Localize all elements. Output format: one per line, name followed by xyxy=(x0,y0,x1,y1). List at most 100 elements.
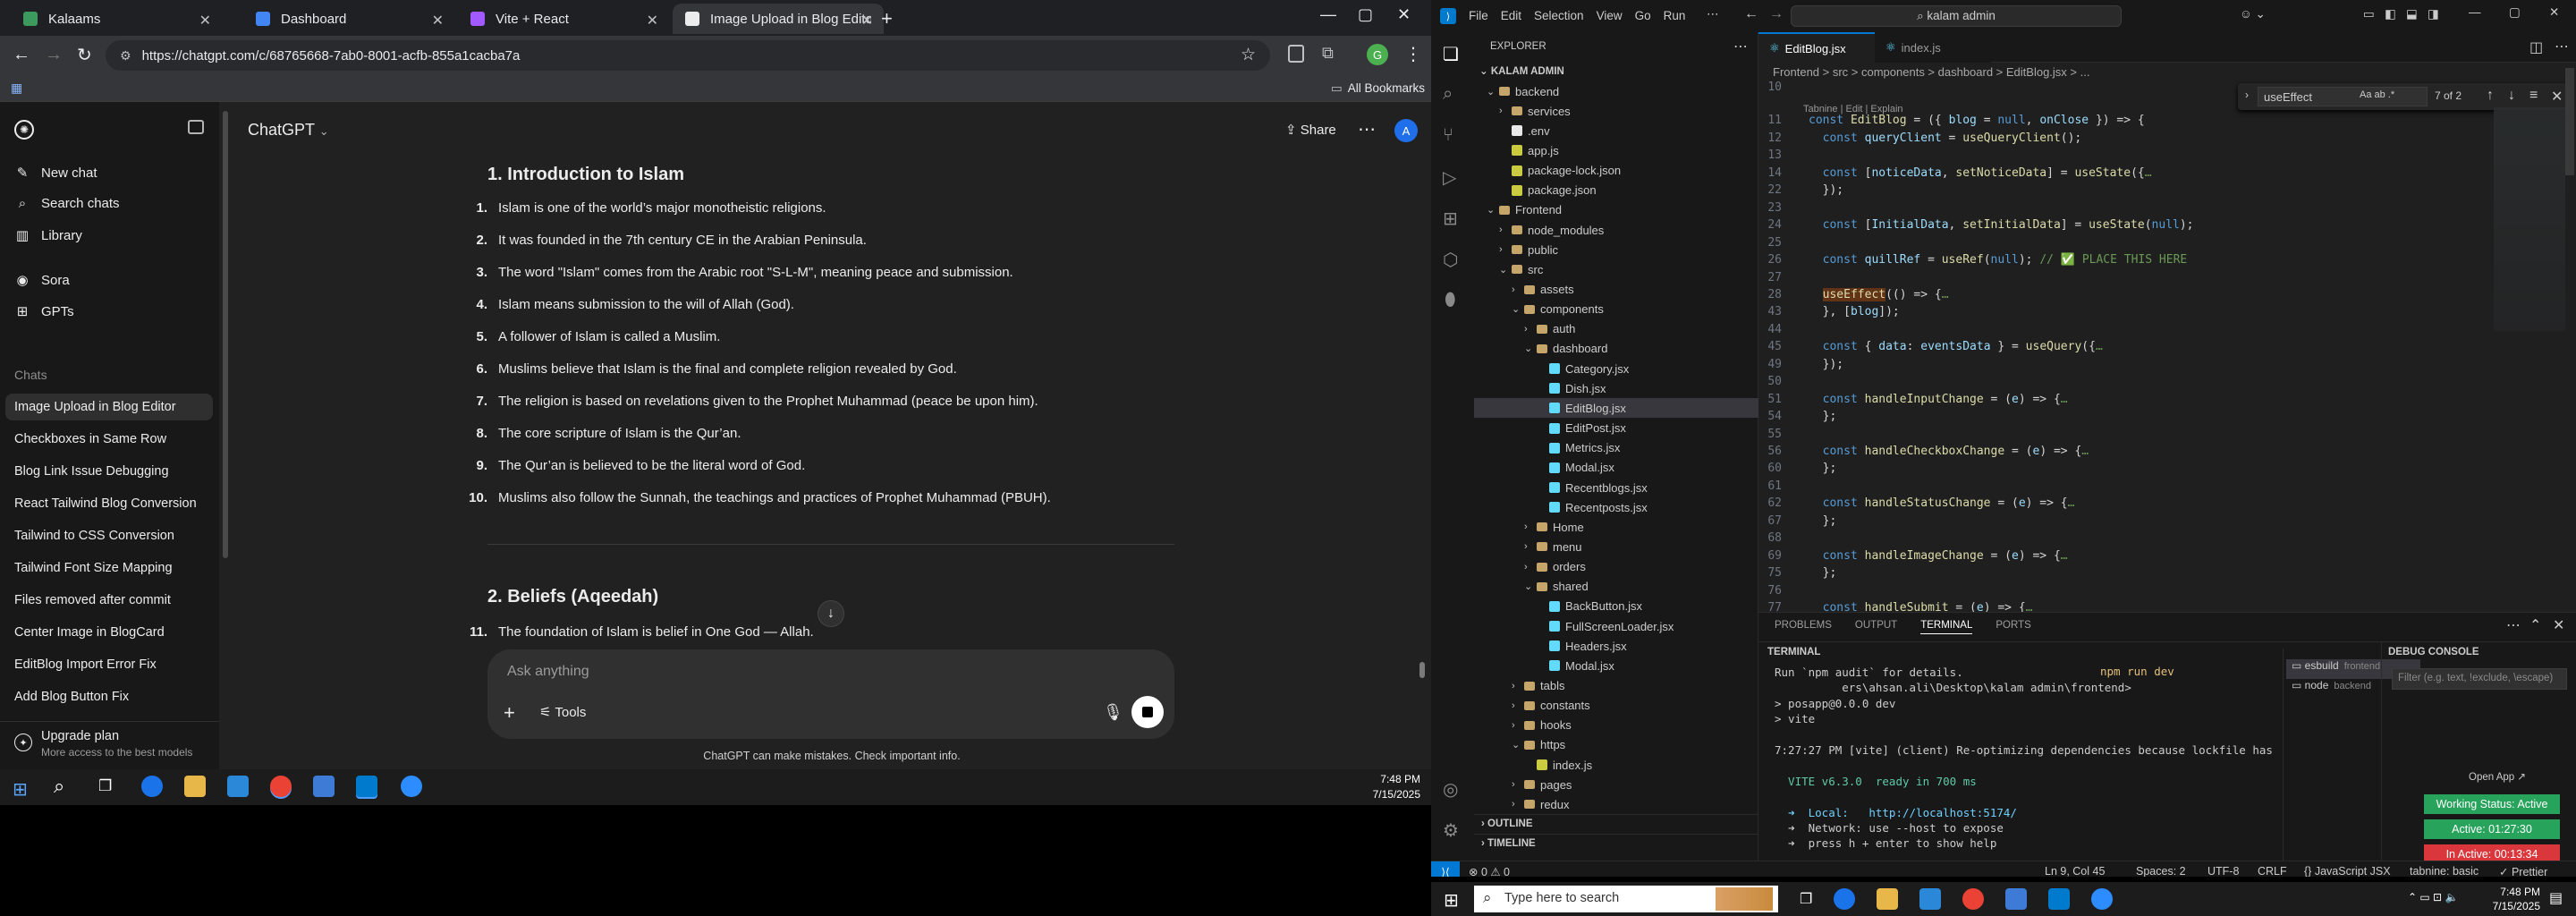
panel-close-icon[interactable]: ✕ xyxy=(2553,616,2564,634)
eol-status[interactable]: CRLF xyxy=(2258,865,2287,877)
microphone-icon[interactable]: 🎙 xyxy=(1103,703,1123,722)
tree-file[interactable]: BackButton.jsx xyxy=(1474,597,1758,616)
remote-icon[interactable]: ⬡ xyxy=(1443,249,1458,271)
upgrade-plan-title[interactable]: Upgrade plan xyxy=(41,729,119,743)
windows-start-icon[interactable]: ⊞ xyxy=(1444,889,1459,912)
editor-tab[interactable]: ⚛ EditBlog.jsx xyxy=(1758,32,1875,63)
tree-file[interactable]: package-lock.json xyxy=(1474,161,1758,181)
app-taskbar-icon[interactable] xyxy=(313,776,335,797)
run-debug-icon[interactable]: ▷ xyxy=(1443,166,1456,189)
code-line[interactable]: 27 xyxy=(1758,271,2563,288)
code-line[interactable]: 11 const EditBlog = ({ blog = null, onClo… xyxy=(1758,114,2563,131)
close-find-icon[interactable]: ✕ xyxy=(2551,88,2563,106)
code-line[interactable]: 50 xyxy=(1758,375,2563,392)
apps-grid-icon[interactable]: ▦ xyxy=(11,81,22,96)
tree-file[interactable]: package.json xyxy=(1474,181,1758,200)
chat-history-item[interactable]: Image Upload in Blog Editor xyxy=(14,400,176,414)
indent-status[interactable]: Spaces: 2 xyxy=(2136,865,2186,877)
tree-file[interactable]: Category.jsx xyxy=(1474,359,1758,378)
reload-icon[interactable]: ↻ xyxy=(77,44,92,66)
more-options-icon[interactable]: ⋯ xyxy=(1358,118,1376,140)
taskbar-search-icon[interactable]: ⌕ xyxy=(54,775,64,798)
tree-folder[interactable]: › orders xyxy=(1474,557,1758,577)
problems-status[interactable]: ⊗ 0 ⚠ 0 xyxy=(1469,865,1510,877)
chrome-menu-icon[interactable]: ⋮ xyxy=(1404,43,1422,65)
vscode-taskbar-icon[interactable] xyxy=(356,776,377,797)
tree-file[interactable]: EditBlog.jsx xyxy=(1474,398,1758,419)
chat-history-item[interactable]: Checkboxes in Same Row xyxy=(14,432,166,446)
tree-file[interactable]: .env xyxy=(1474,121,1758,140)
zoom-icon[interactable] xyxy=(2091,888,2113,910)
chat-history-item[interactable]: Add Blog Button Fix xyxy=(14,690,129,704)
timeline-section[interactable]: › TIMELINE xyxy=(1474,834,1758,853)
tree-folder[interactable]: › hooks xyxy=(1474,716,1758,735)
notifications-icon[interactable]: ▤ xyxy=(2549,889,2563,907)
command-center[interactable]: ⌕ kalam admin xyxy=(1791,5,2122,27)
tab-close-icon[interactable]: ✕ xyxy=(199,12,211,30)
toggle-sidebar-icon[interactable] xyxy=(188,120,204,134)
code-line[interactable]: 76 xyxy=(1758,584,2563,601)
chat-history-item[interactable]: Tailwind to CSS Conversion xyxy=(14,529,174,543)
tabnine-status[interactable]: tabnine: basic xyxy=(2410,865,2479,877)
edge-icon[interactable] xyxy=(1834,888,1855,910)
cursor-position[interactable]: Ln 9, Col 45 xyxy=(2045,865,2105,877)
accounts-icon[interactable]: ◎ xyxy=(1443,778,1458,801)
tab-close-icon[interactable]: ✕ xyxy=(432,12,444,30)
chat-history-item[interactable]: Blog Link Issue Debugging xyxy=(14,464,169,479)
panel-tab[interactable]: OUTPUT xyxy=(1855,620,1897,634)
sidebar-nav-item[interactable]: ◉ Sora xyxy=(14,272,69,289)
vs-close-icon[interactable]: ✕ xyxy=(2549,5,2559,20)
store-icon[interactable] xyxy=(1919,888,1941,910)
open-app-button[interactable]: Open App ↗ xyxy=(2469,770,2526,783)
code-line[interactable]: 67 }; xyxy=(1758,514,2563,531)
tree-file[interactable]: Recentblogs.jsx xyxy=(1474,478,1758,497)
back-icon[interactable]: ← xyxy=(13,45,30,65)
tree-folder[interactable]: › node_modules xyxy=(1474,220,1758,240)
workspace-root[interactable]: ⌄ KALAM ADMIN xyxy=(1479,64,1564,77)
chat-history-item[interactable]: React Tailwind Blog Conversion xyxy=(14,496,197,511)
menu-item[interactable]: View xyxy=(1597,9,1623,22)
sidebar-scrollbar[interactable] xyxy=(223,111,228,558)
panel-more-icon[interactable]: ⋯ xyxy=(2506,616,2521,634)
tree-folder[interactable]: › constants xyxy=(1474,696,1758,716)
language-status[interactable]: {} JavaScript JSX xyxy=(2304,865,2391,877)
split-editor-icon[interactable]: ◫ xyxy=(2529,38,2543,56)
menu-item[interactable]: Run xyxy=(1664,9,1686,22)
debug-filter-input[interactable]: Filter (e.g. text, !exclude, \escape) xyxy=(2392,668,2567,690)
tree-folder[interactable]: › auth xyxy=(1474,319,1758,339)
code-line[interactable]: 56 const handleCheckboxChange = (e) => {… xyxy=(1758,445,2563,462)
tree-file[interactable]: FullScreenLoader.jsx xyxy=(1474,616,1758,636)
minimize-icon[interactable]: — xyxy=(1320,5,1336,24)
sidebar-nav-item[interactable]: ▥ Library xyxy=(14,227,82,244)
tree-folder[interactable]: ⌄ components xyxy=(1474,300,1758,319)
match-case-icon[interactable]: Aa ab .* xyxy=(2360,89,2394,100)
reading-list-icon[interactable] xyxy=(1288,45,1304,63)
encoding-status[interactable]: UTF-8 xyxy=(2207,865,2239,877)
code-line[interactable]: 12 const queryClient = useQueryClient(); xyxy=(1758,131,2563,148)
tree-folder[interactable]: › tabls xyxy=(1474,676,1758,696)
profile-avatar[interactable]: G xyxy=(1367,44,1388,65)
code-line[interactable]: 13 xyxy=(1758,148,2563,165)
code-line[interactable]: 49 }); xyxy=(1758,358,2563,375)
file-explorer-icon[interactable] xyxy=(184,776,206,797)
toggle-panel-icon[interactable]: ⬓ xyxy=(2406,7,2418,21)
sidebar-nav-item[interactable]: ⌕ Search chats xyxy=(14,196,120,211)
tree-file[interactable]: Metrics.jsx xyxy=(1474,438,1758,458)
code-line[interactable]: 51 const handleInputChange = (e) => {… xyxy=(1758,393,2563,410)
chrome-taskbar-icon[interactable] xyxy=(270,776,292,797)
code-line[interactable]: 14 const [noticeData, setNoticeData] = u… xyxy=(1758,166,2563,183)
code-line[interactable]: 23 xyxy=(1758,201,2563,218)
tree-file[interactable]: EditPost.jsx xyxy=(1474,419,1758,438)
minimap[interactable] xyxy=(2494,107,2565,331)
tree-folder[interactable]: ⌄ https xyxy=(1474,735,1758,755)
source-control-icon[interactable]: ⑂ xyxy=(1443,125,1453,146)
bookmark-star-icon[interactable]: ☆ xyxy=(1241,45,1256,65)
close-icon[interactable]: ✕ xyxy=(1397,5,1411,24)
tree-file[interactable]: index.js xyxy=(1474,755,1758,775)
browser-tab[interactable]: Vite + React ✕ xyxy=(458,4,669,34)
nav-back-icon[interactable]: ← xyxy=(1744,6,1758,22)
model-selector[interactable]: ChatGPT ⌄ xyxy=(248,121,329,140)
tree-folder[interactable]: ⌄ dashboard xyxy=(1474,339,1758,359)
toggle-sidebar-icon[interactable]: ◧ xyxy=(2385,7,2396,21)
browser-tab[interactable]: Image Upload in Blog Editor ✕ xyxy=(673,4,884,34)
